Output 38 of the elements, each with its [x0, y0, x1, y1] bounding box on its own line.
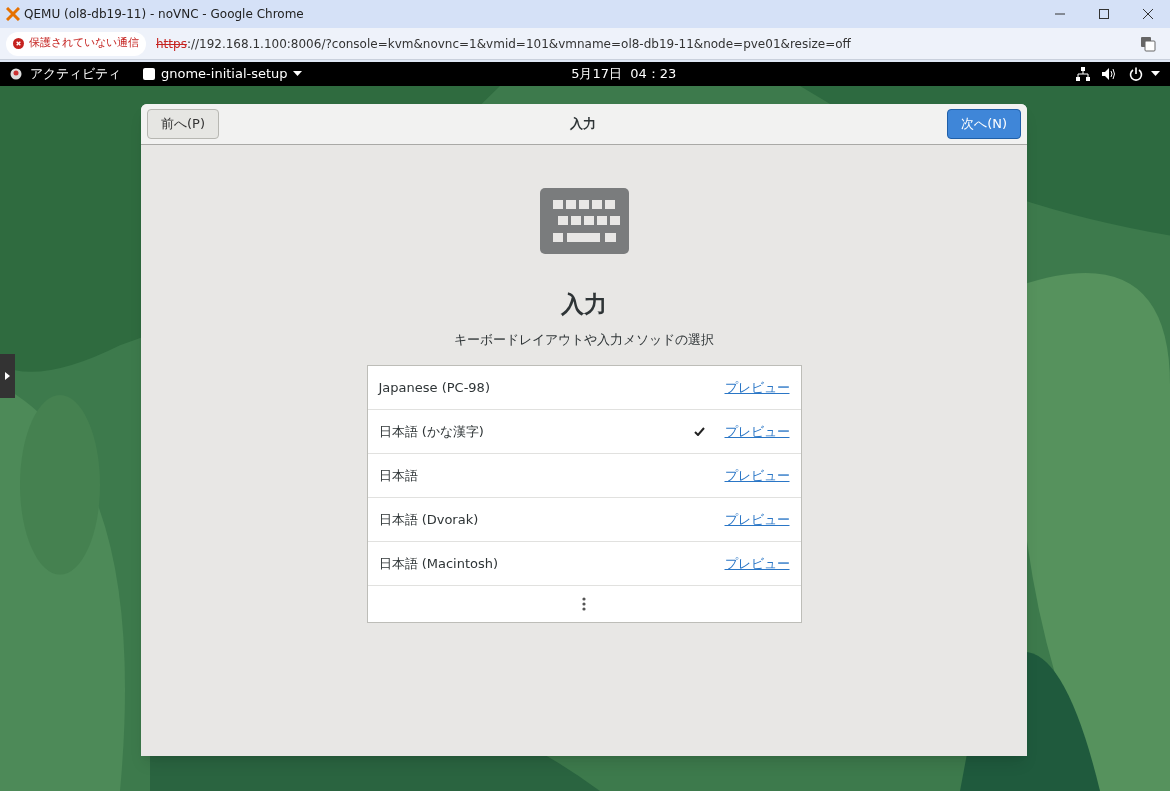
next-button[interactable]: 次へ(N) [947, 109, 1021, 139]
translate-icon[interactable] [1140, 35, 1156, 52]
warning-icon [13, 38, 24, 49]
close-icon [1142, 8, 1154, 20]
more-icon [582, 597, 586, 611]
app-menu[interactable]: gnome-initial-setup [161, 64, 302, 84]
power-icon[interactable] [1129, 67, 1143, 81]
network-icon[interactable] [1076, 67, 1090, 81]
triangle-icon [5, 372, 10, 380]
preview-link[interactable]: プレビュー [724, 553, 790, 574]
gnome-foot-icon [10, 68, 22, 80]
back-button[interactable]: 前へ(P) [147, 109, 219, 139]
app-icon [143, 68, 155, 80]
security-chip[interactable]: 保護されていない通信 [6, 31, 146, 56]
page-subtitle: キーボードレイアウトや入力メソッドの選択 [454, 330, 714, 349]
layout-name: 日本語 (かな漢字) [378, 422, 485, 441]
layout-name: Japanese (PC-98) [378, 378, 491, 397]
url-field[interactable]: https://192.168.1.100:8006/?console=kvm&novnc=1&vmid=101&vmname=ol8-db19-11&node=pve01&resize=off [156, 34, 851, 53]
volume-icon[interactable] [1102, 67, 1117, 81]
clock[interactable]: 5月17日 04：23 [571, 64, 677, 84]
window-title: QEMU (ol8-db19-11) - noVNC - Google Chrome [24, 6, 304, 23]
layout-name: 日本語 (Dvorak) [378, 510, 480, 529]
preview-link[interactable]: プレビュー [724, 465, 790, 486]
layout-name: 日本語 [378, 466, 419, 485]
maximize-icon [1098, 8, 1110, 20]
side-tab[interactable] [0, 354, 15, 398]
preview-link[interactable]: プレビュー [724, 509, 790, 530]
layout-name: 日本語 (Macintosh) [378, 554, 500, 573]
preview-link[interactable]: プレビュー [724, 421, 790, 442]
app-logo-icon [6, 7, 20, 21]
keyboard-icon [539, 188, 629, 254]
activities-button[interactable]: アクティビティ [30, 64, 121, 84]
page-heading: 入力 [561, 290, 607, 319]
caret-icon[interactable] [1151, 71, 1160, 77]
dialog-title: 入力 [569, 115, 598, 134]
security-label: 保護されていない通信 [29, 35, 139, 52]
caret-icon [292, 71, 302, 77]
preview-link[interactable]: プレビュー [724, 377, 790, 398]
